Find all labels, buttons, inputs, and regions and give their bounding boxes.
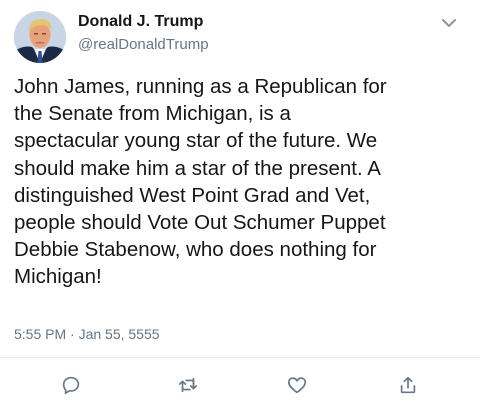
divider	[0, 357, 480, 358]
tweet-text: John James, running as a Republican for …	[14, 75, 387, 289]
like-icon[interactable]	[284, 372, 310, 398]
chevron-down-icon[interactable]	[440, 14, 458, 32]
avatar[interactable]	[14, 11, 66, 63]
author-name[interactable]: Donald J. Trump	[78, 13, 203, 31]
retweet-icon[interactable]	[175, 372, 201, 398]
reply-icon[interactable]	[58, 372, 84, 398]
author-handle[interactable]: @realDonaldTrump	[78, 36, 209, 53]
share-icon[interactable]	[395, 372, 421, 398]
tweet-timestamp[interactable]: 5:55 PM · Jan 55, 5555	[14, 326, 160, 342]
